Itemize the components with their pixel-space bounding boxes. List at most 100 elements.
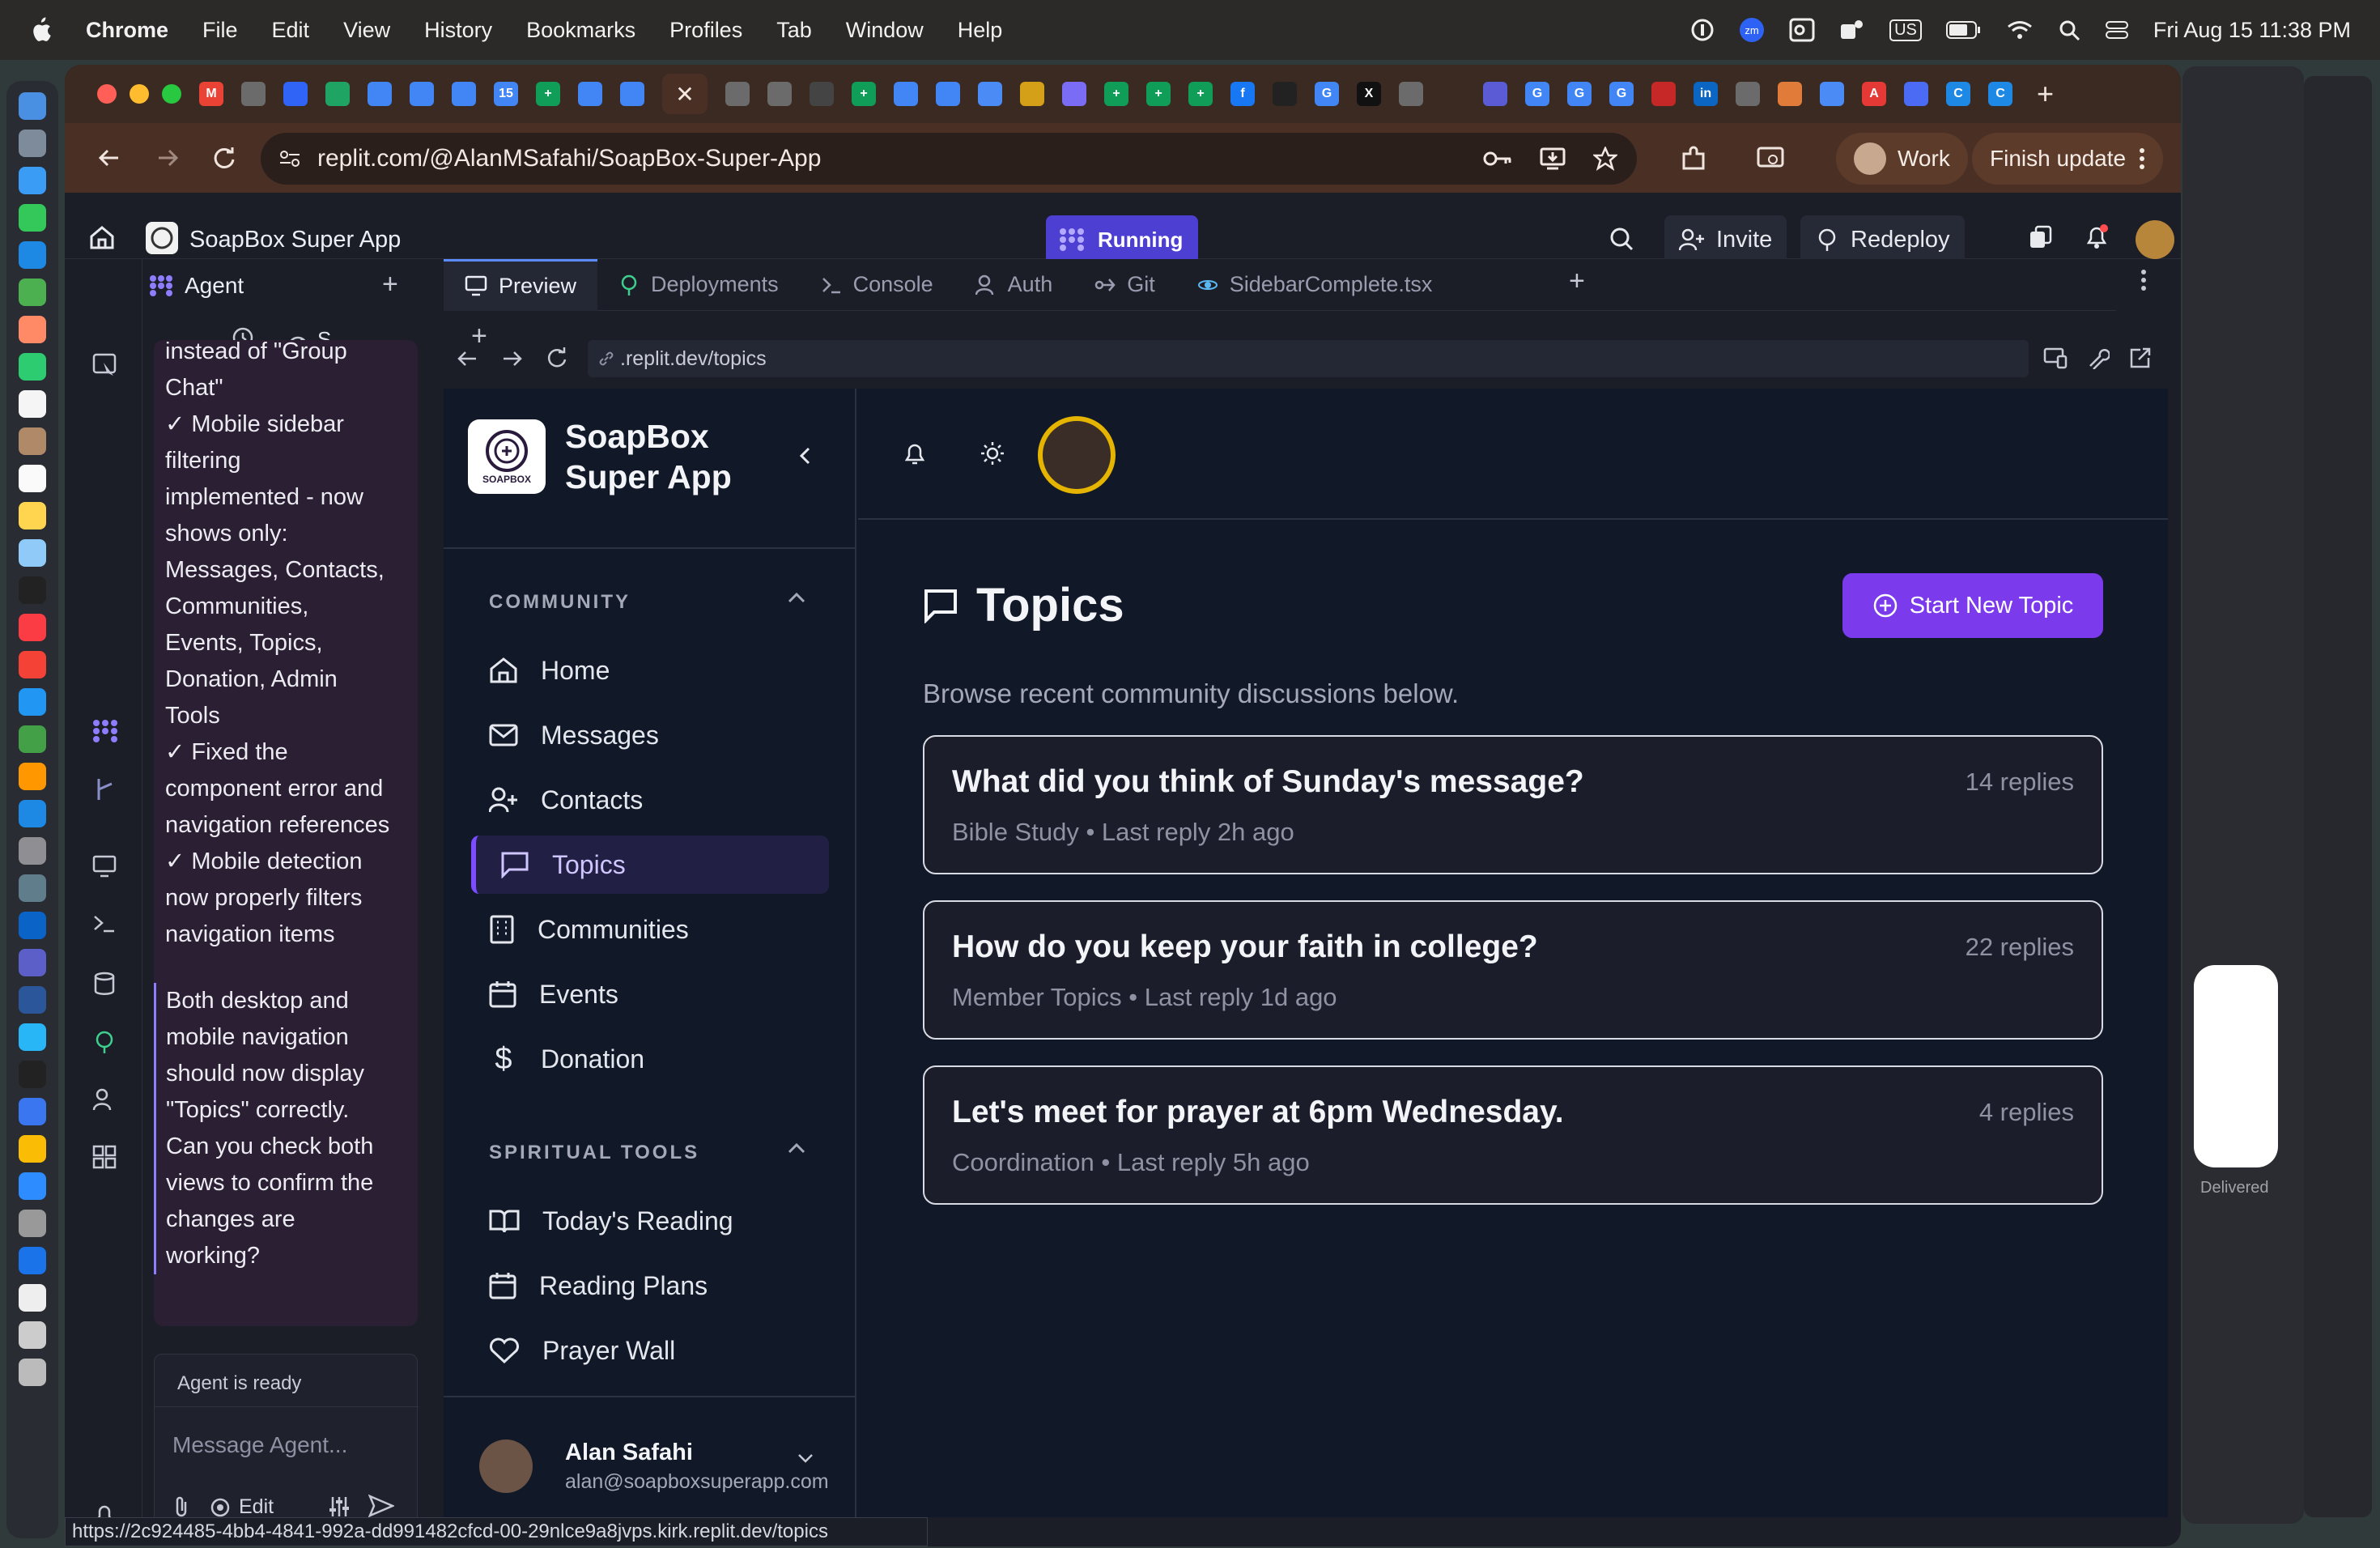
zoom-app-icon[interactable] — [19, 1172, 46, 1200]
tab-sidebarcomplete-tsx[interactable]: SidebarComplete.tsx — [1176, 259, 1454, 311]
trash-icon[interactable] — [19, 1359, 46, 1386]
send-icon[interactable] — [368, 1494, 394, 1518]
tab-favicon[interactable] — [1778, 82, 1802, 106]
tab-favicon[interactable] — [1483, 82, 1507, 106]
password-icon[interactable] — [1690, 18, 1715, 42]
zoom-window-button[interactable] — [162, 84, 181, 104]
document-icon[interactable] — [19, 1284, 46, 1312]
tab-favicon[interactable] — [1399, 82, 1423, 106]
finder2-icon[interactable] — [19, 1023, 46, 1051]
extensions-icon[interactable] — [1681, 146, 1706, 172]
tab-favicon[interactable] — [978, 82, 1002, 106]
device-toggle-icon[interactable] — [2043, 347, 2068, 369]
tab-favicon[interactable]: C — [1946, 82, 1970, 106]
app-user-avatar[interactable] — [1038, 416, 1116, 494]
tab-favicon[interactable]: C — [1988, 82, 2012, 106]
control-center-icon[interactable] — [2105, 19, 2129, 40]
spiritual-section-title[interactable]: SPIRITUAL TOOLS — [489, 1142, 699, 1164]
chevron-down-icon[interactable] — [797, 1452, 814, 1464]
tab-favicon[interactable] — [936, 82, 960, 106]
outlook-app-icon[interactable] — [19, 912, 46, 939]
tab-favicon[interactable]: + — [1104, 82, 1128, 106]
app-logo[interactable]: SOAPBOX — [468, 419, 546, 494]
tab-auth[interactable]: Auth — [954, 259, 1074, 311]
redeploy-button[interactable]: Redeploy — [1800, 215, 1965, 264]
word-icon[interactable] — [19, 986, 46, 1014]
user-avatar[interactable] — [2136, 220, 2174, 259]
app-bell-icon[interactable] — [902, 440, 928, 466]
edit-mode-button[interactable]: Edit — [210, 1495, 274, 1519]
tab-favicon[interactable] — [241, 82, 266, 106]
console-rail-icon[interactable] — [92, 913, 117, 934]
menu-tab[interactable]: Tab — [776, 18, 812, 43]
collapse-sidebar-icon[interactable] — [797, 445, 814, 466]
terminal-icon[interactable] — [19, 1061, 46, 1088]
tab-favicon[interactable] — [325, 82, 350, 106]
tab-favicon[interactable]: X — [1357, 82, 1381, 106]
preview-reload-icon[interactable] — [546, 347, 568, 369]
contacts-icon[interactable] — [19, 427, 46, 455]
invite-button[interactable]: Invite — [1664, 215, 1787, 264]
tab-favicon[interactable] — [894, 82, 918, 106]
tab-favicon[interactable] — [452, 82, 476, 106]
attach-icon[interactable] — [174, 1495, 189, 1518]
app-store-icon[interactable] — [19, 800, 46, 827]
utility-icon[interactable] — [19, 874, 46, 902]
url-text[interactable]: replit.com/@AlanMSafahi/SoapBox-Super-Ap… — [317, 145, 821, 172]
safari-icon[interactable] — [19, 167, 46, 194]
tab-favicon[interactable] — [368, 82, 392, 106]
database-rail-icon[interactable] — [94, 972, 115, 996]
wifi-icon[interactable] — [2006, 19, 2034, 40]
minimize-window-button[interactable] — [130, 84, 149, 104]
1password-icon[interactable] — [19, 1247, 46, 1274]
finder-icon[interactable] — [19, 92, 46, 120]
reminders-icon[interactable] — [19, 465, 46, 492]
zoom-icon[interactable]: zm — [1739, 17, 1765, 43]
tab-git[interactable]: Git — [1073, 259, 1176, 311]
tab-favicon[interactable] — [1441, 82, 1465, 106]
tab-search-icon[interactable] — [1757, 146, 1784, 170]
tab-favicon[interactable]: + — [1188, 82, 1213, 106]
spotlight-search-icon[interactable] — [2058, 19, 2080, 41]
reload-icon[interactable] — [212, 146, 236, 170]
devtools-wrench-icon[interactable] — [2087, 347, 2110, 369]
cursor-select-icon[interactable] — [92, 353, 117, 377]
signal-icon[interactable] — [19, 1098, 46, 1125]
close-window-button[interactable] — [97, 84, 117, 104]
preview-back-icon[interactable] — [457, 348, 478, 369]
downloads-icon[interactable] — [19, 1321, 46, 1349]
deploy-rail-icon[interactable] — [94, 777, 115, 802]
bookmark-star-icon[interactable] — [1593, 147, 1617, 171]
community-section-title[interactable]: COMMUNITY — [489, 591, 631, 614]
tab-favicon[interactable]: in — [1694, 82, 1718, 106]
tab-favicon[interactable]: G — [1609, 82, 1634, 106]
chrome-icon[interactable] — [19, 1135, 46, 1163]
tab-favicon[interactable]: + — [852, 82, 876, 106]
deployments-rail-icon[interactable] — [92, 1030, 117, 1054]
numbers-icon[interactable] — [19, 725, 46, 753]
tab-favicon[interactable]: G — [1567, 82, 1592, 106]
tab-favicon[interactable] — [725, 82, 750, 106]
back-icon[interactable] — [97, 146, 121, 170]
notification-bell-icon[interactable] — [2084, 223, 2110, 249]
agent-rail-icon[interactable] — [92, 719, 118, 743]
tab-favicon[interactable] — [1904, 82, 1928, 106]
nav-home[interactable]: Home — [444, 641, 856, 700]
user-profile[interactable]: Alan Safahi alan@soapboxsuperapp.com — [444, 1417, 856, 1506]
message-agent-input[interactable]: Message Agent... — [172, 1432, 347, 1458]
menu-bookmarks[interactable]: Bookmarks — [526, 18, 635, 43]
printer-icon[interactable] — [19, 1210, 46, 1237]
tab-favicon[interactable] — [578, 82, 602, 106]
news-icon[interactable] — [19, 651, 46, 678]
tab-favicon[interactable] — [1651, 82, 1676, 106]
battery-icon[interactable] — [1945, 20, 1982, 40]
tab-favicon[interactable] — [1736, 82, 1760, 106]
calendar-icon[interactable] — [19, 390, 46, 418]
nav-donation[interactable]: $ Donation — [444, 1030, 856, 1088]
preview-rail-icon[interactable] — [92, 855, 117, 878]
topic-card[interactable]: What did you think of Sunday's message? … — [923, 735, 2103, 874]
nav-reading-plans[interactable]: Reading Plans — [444, 1257, 856, 1315]
nav-todays-reading[interactable]: Today's Reading — [444, 1192, 856, 1250]
nav-events[interactable]: Events — [444, 965, 856, 1023]
auth-rail-icon[interactable] — [92, 1088, 117, 1111]
